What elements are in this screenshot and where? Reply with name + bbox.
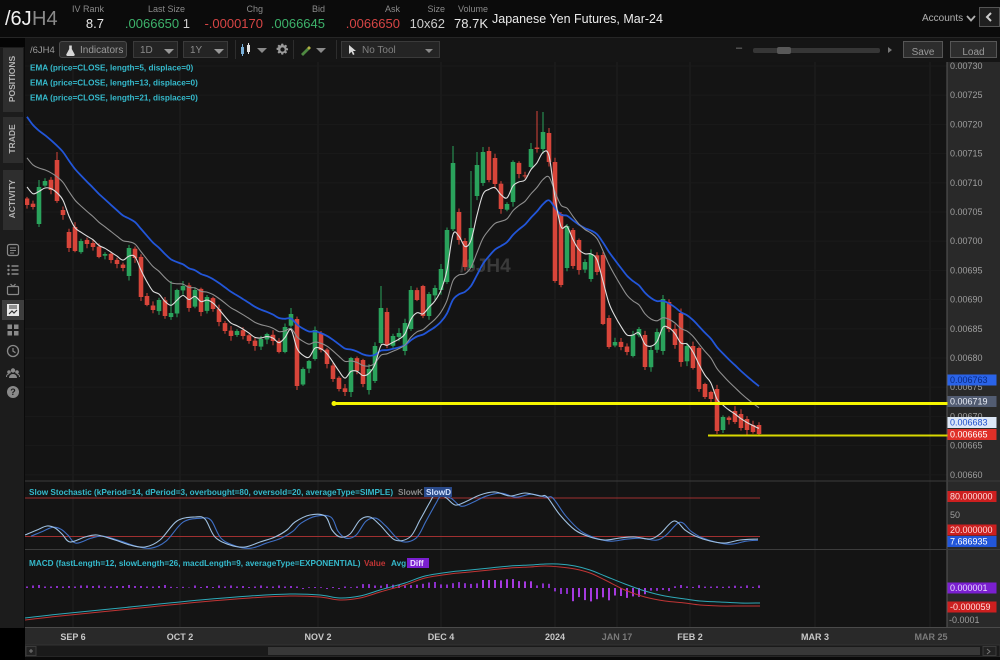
svg-text:EMA (price=CLOSE, length=21, d: EMA (price=CLOSE, length=21, displace=0) (30, 94, 198, 103)
svg-text:MAR 3: MAR 3 (801, 632, 829, 642)
svg-text:0.00705: 0.00705 (950, 207, 983, 217)
svg-text:20.000000: 20.000000 (950, 525, 993, 535)
svg-text:-0.0001: -0.0001 (949, 615, 980, 625)
svg-text:0.00730: 0.00730 (950, 62, 983, 71)
svg-text:SlowK: SlowK (398, 488, 423, 497)
svg-text:7.686935: 7.686935 (950, 537, 988, 547)
svg-text:SlowD: SlowD (426, 488, 451, 497)
svg-text:0.00710: 0.00710 (950, 178, 983, 188)
svg-text:DEC 4: DEC 4 (428, 632, 455, 642)
svg-text:Value: Value (364, 559, 386, 568)
svg-text:0.00680: 0.00680 (950, 353, 983, 363)
svg-text:0.00695: 0.00695 (950, 265, 983, 275)
svg-text:0.00715: 0.00715 (950, 149, 983, 159)
svg-text:0.00720: 0.00720 (950, 119, 983, 129)
svg-text:80.000000: 80.000000 (950, 492, 993, 502)
svg-text:Diff: Diff (410, 559, 424, 568)
svg-text:0.006719: 0.006719 (950, 397, 988, 407)
svg-text:FEB 2: FEB 2 (677, 632, 703, 642)
svg-text:0.00665: 0.00665 (950, 441, 983, 451)
svg-text:Avg: Avg (391, 559, 406, 568)
svg-text:EMA (price=CLOSE, length=13, d: EMA (price=CLOSE, length=13, displace=0) (30, 79, 198, 88)
svg-text:0.000001: 0.000001 (950, 583, 988, 593)
svg-text:0.00690: 0.00690 (950, 295, 983, 305)
svg-text:50: 50 (950, 510, 960, 520)
svg-text:0.006665: 0.006665 (950, 430, 988, 440)
svg-text:0.006763: 0.006763 (950, 375, 988, 385)
svg-text:MACD (fastLength=12, slowLengt: MACD (fastLength=12, slowLength=26, macd… (29, 559, 361, 568)
svg-text:OCT 2: OCT 2 (167, 632, 194, 642)
svg-text:0.006683: 0.006683 (950, 418, 988, 428)
svg-text:MAR 25: MAR 25 (914, 632, 947, 642)
svg-text:SEP 6: SEP 6 (60, 632, 85, 642)
svg-text:Slow Stochastic (kPeriod=14, d: Slow Stochastic (kPeriod=14, dPeriod=3, … (29, 488, 393, 497)
svg-text:0.00685: 0.00685 (950, 324, 983, 334)
svg-text:-0.000059: -0.000059 (950, 602, 991, 612)
svg-text:2024: 2024 (545, 632, 565, 642)
svg-text:?: ? (10, 387, 16, 397)
svg-text:0.00700: 0.00700 (950, 236, 983, 246)
svg-text:EMA (price=CLOSE, length=5, di: EMA (price=CLOSE, length=5, displace=0) (30, 64, 194, 73)
svg-text:0.00660: 0.00660 (950, 470, 983, 480)
svg-text:NOV 2: NOV 2 (304, 632, 331, 642)
svg-text:JAN 17: JAN 17 (602, 632, 633, 642)
svg-text:0.00725: 0.00725 (950, 90, 983, 100)
